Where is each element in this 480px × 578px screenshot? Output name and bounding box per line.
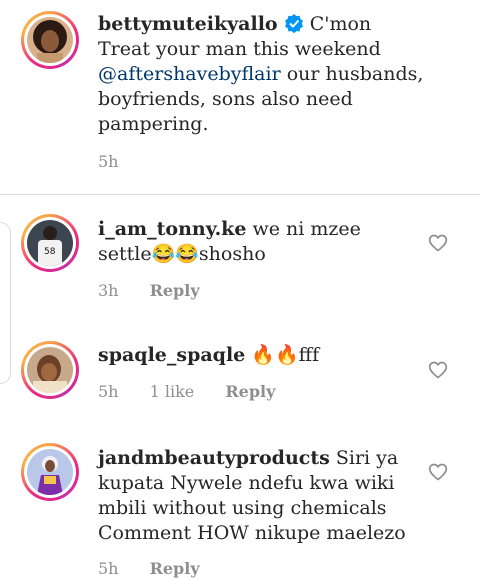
comment-time: 5h: [98, 382, 119, 401]
thread-connector: [0, 222, 11, 384]
reply-button[interactable]: Reply: [150, 281, 200, 300]
comment-meta: 3h Reply: [98, 281, 200, 300]
reply-button[interactable]: Reply: [150, 559, 200, 578]
caption-divider: [0, 194, 480, 195]
heart-icon[interactable]: [428, 360, 448, 380]
comment-meta: 5h 1 like Reply: [98, 382, 275, 401]
avatar-photo: [27, 347, 73, 393]
comment-text: i_am_tonny.ke we ni mzee settle😂😂shosho: [98, 217, 398, 267]
comment-username[interactable]: spaqle_spaqle: [98, 344, 245, 366]
comment-username[interactable]: jandmbeautyproducts: [98, 447, 330, 469]
comment-avatar[interactable]: [21, 341, 79, 399]
reply-button[interactable]: Reply: [225, 382, 275, 401]
caption-author-avatar[interactable]: [21, 11, 79, 69]
caption-text: bettymuteikyallo C'mon Treat your man th…: [98, 12, 428, 137]
comment-username[interactable]: i_am_tonny.ke: [98, 218, 246, 240]
caption-username[interactable]: bettymuteikyallo: [98, 13, 278, 35]
comment-time: 3h: [98, 281, 119, 300]
heart-icon[interactable]: [428, 462, 448, 482]
comment-avatar[interactable]: [21, 443, 79, 501]
heart-icon[interactable]: [428, 233, 448, 253]
svg-text:58: 58: [44, 247, 56, 257]
comment-likes[interactable]: 1 like: [150, 382, 195, 401]
comment-text: jandmbeautyproducts Siri ya kupata Nywel…: [98, 446, 408, 546]
caption-mention-link[interactable]: @aftershavebyflair: [98, 63, 281, 85]
comment-body: 🔥🔥fff: [251, 344, 320, 366]
comment-avatar[interactable]: 58: [21, 214, 79, 272]
caption-meta: 5h: [98, 152, 118, 171]
verified-badge-icon: [284, 14, 303, 33]
avatar-photo: [27, 449, 73, 495]
comment-text: spaqle_spaqle 🔥🔥fff: [98, 343, 398, 368]
avatar-photo: 58: [27, 220, 73, 266]
comment-time: 5h: [98, 559, 119, 578]
caption-time: 5h: [98, 152, 119, 171]
avatar-photo: [27, 17, 73, 63]
comment-meta: 5h Reply: [98, 559, 200, 578]
